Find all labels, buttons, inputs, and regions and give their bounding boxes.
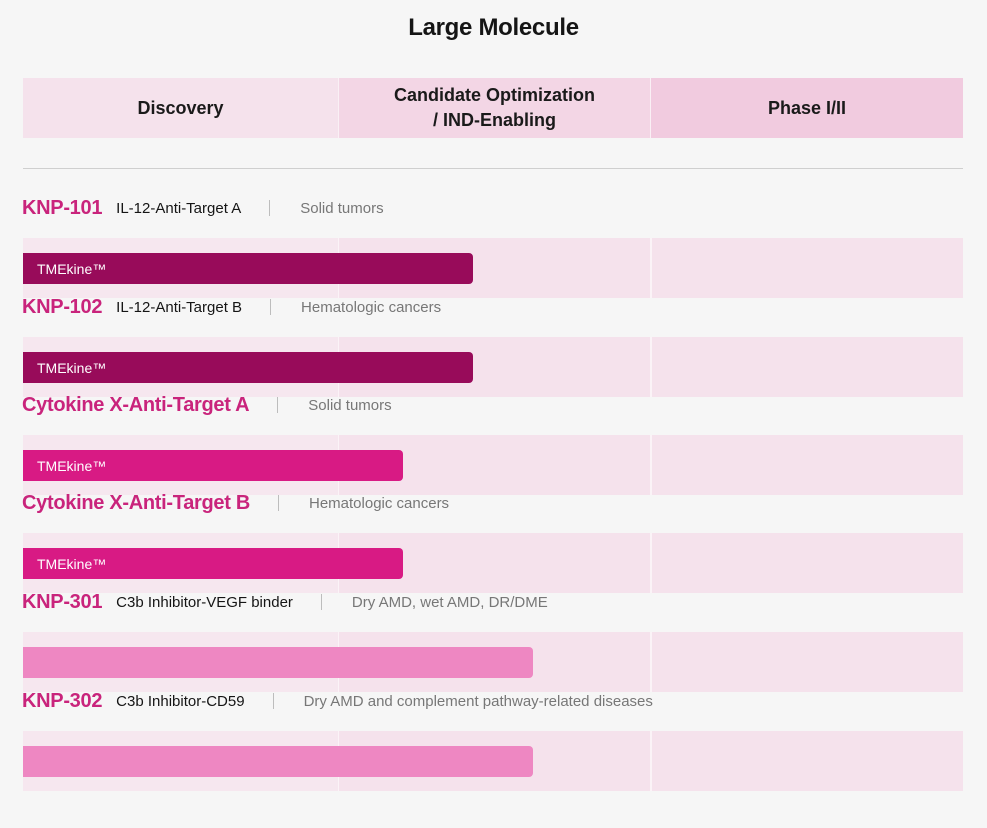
program-row-knp-301: KNP-301 C3b Inhibitor-VEGF binder Dry AM… [22, 588, 963, 692]
program-target: IL-12-Anti-Target A [116, 199, 242, 217]
program-label: Cytokine X-Anti-Target A Solid tumors [22, 391, 392, 419]
platform-label: TMEkine™ [37, 359, 107, 376]
program-code: KNP-102 [22, 295, 103, 318]
progress-bar: TMEkine™ [23, 548, 403, 579]
program-indication: Dry AMD, wet AMD, DR/DME [351, 593, 548, 611]
label-separator [278, 495, 279, 511]
program-code: Cytokine X-Anti-Target B [22, 491, 250, 514]
program-label: KNP-101 IL-12-Anti-Target A Solid tumors [22, 194, 384, 222]
program-indication: Solid tumors [300, 199, 384, 217]
progress-bar: TMEkine™ [23, 352, 473, 383]
header-divider [23, 168, 963, 169]
label-separator [277, 397, 279, 413]
pipeline-header: Discovery Candidate Optimization / IND-E… [23, 78, 963, 138]
program-indication: Hematologic cancers [301, 298, 442, 316]
program-code: Cytokine X-Anti-Target A [22, 393, 250, 416]
program-label: KNP-301 C3b Inhibitor-VEGF binder Dry AM… [22, 588, 548, 616]
label-separator [269, 200, 271, 216]
platform-label: TMEkine™ [37, 555, 107, 572]
program-row-cytokine-x-b: Cytokine X-Anti-Target B Hematologic can… [22, 489, 963, 593]
program-target: IL-12-Anti-Target B [116, 298, 243, 316]
label-separator [320, 594, 322, 610]
program-row-cytokine-x-a: Cytokine X-Anti-Target A Solid tumors TM… [22, 391, 963, 495]
program-label: KNP-302 C3b Inhibitor-CD59 Dry AMD and c… [22, 687, 653, 715]
program-target: C3b Inhibitor-CD59 [116, 692, 245, 710]
program-code: KNP-302 [22, 689, 103, 712]
program-indication: Solid tumors [308, 396, 392, 414]
platform-label: TMEkine™ [37, 260, 107, 277]
program-code: KNP-301 [22, 590, 103, 613]
label-separator [270, 299, 272, 315]
column-header-candidate-line1: Candidate Optimization [393, 85, 595, 105]
column-header-discovery: Discovery [23, 78, 338, 138]
program-indication: Dry AMD and complement pathway-related d… [303, 692, 653, 710]
column-header-phase: Phase I/II [650, 78, 963, 138]
program-row-knp-101: KNP-101 IL-12-Anti-Target A Solid tumors… [22, 194, 963, 298]
program-label: Cytokine X-Anti-Target B Hematologic can… [22, 489, 449, 517]
program-code: KNP-101 [22, 196, 103, 219]
program-row-knp-302: KNP-302 C3b Inhibitor-CD59 Dry AMD and c… [22, 687, 963, 791]
progress-bar [23, 647, 533, 678]
column-header-candidate-line2: / IND-Enabling [432, 110, 556, 130]
page-title: Large Molecule [408, 14, 579, 41]
progress-bar: TMEkine™ [23, 253, 473, 284]
program-label: KNP-102 IL-12-Anti-Target B Hematologic … [22, 293, 441, 321]
progress-bar: TMEkine™ [23, 450, 403, 481]
program-target: C3b Inhibitor-VEGF binder [116, 593, 293, 611]
column-header-candidate-optimization: Candidate Optimization / IND-Enabling [338, 78, 650, 138]
label-separator [272, 693, 274, 709]
progress-bar [23, 746, 533, 777]
program-row-knp-102: KNP-102 IL-12-Anti-Target B Hematologic … [22, 293, 963, 397]
platform-label: TMEkine™ [37, 457, 107, 474]
program-indication: Hematologic cancers [309, 494, 450, 512]
